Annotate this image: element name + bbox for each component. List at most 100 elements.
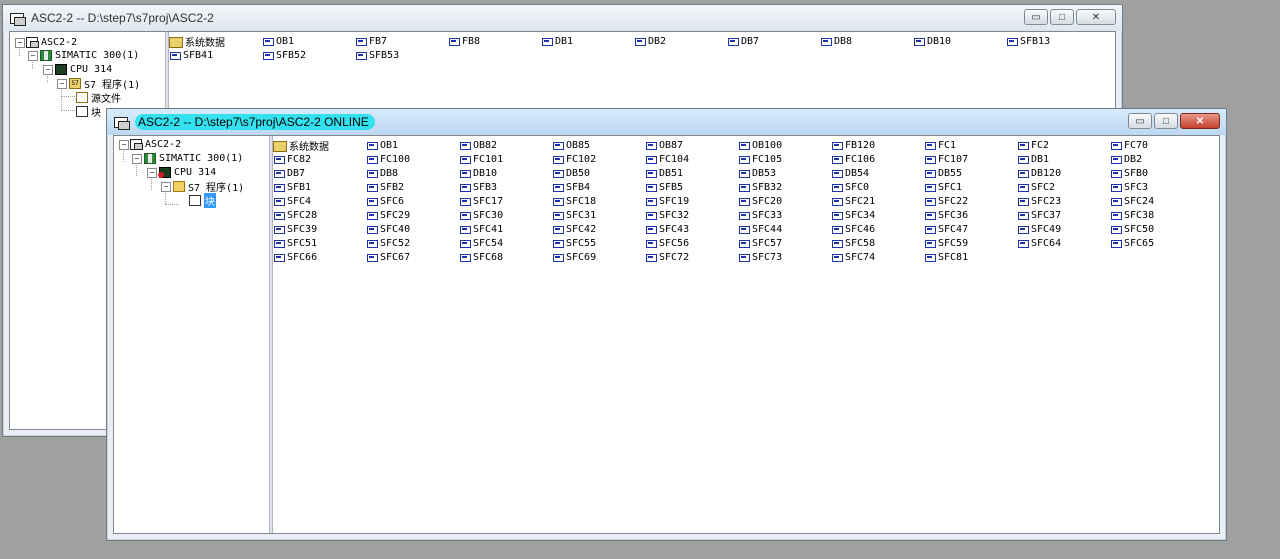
collapse-toggle[interactable]: − [43, 65, 53, 75]
block-item[interactable]: FC102 [552, 152, 645, 166]
block-item[interactable]: SFC1 [924, 180, 1017, 194]
block-item[interactable]: SFC31 [552, 208, 645, 222]
block-item[interactable]: SFC56 [645, 236, 738, 250]
block-item[interactable]: SFC33 [738, 208, 831, 222]
online-window-titlebar[interactable]: ASC2-2 -- D:\step7\s7proj\ASC2-2 ONLINE … [107, 109, 1226, 135]
collapse-toggle[interactable]: − [119, 140, 129, 150]
block-item[interactable]: SFB4 [552, 180, 645, 194]
block-item[interactable]: SFC28 [273, 208, 366, 222]
block-item[interactable]: DB8 [820, 34, 913, 48]
block-item[interactable]: SFC17 [459, 194, 552, 208]
maximize-button[interactable]: □ [1154, 113, 1178, 129]
block-item[interactable]: SFC49 [1017, 222, 1110, 236]
block-item[interactable]: SFC81 [924, 250, 1017, 264]
block-item[interactable]: SFB13 [1006, 34, 1099, 48]
block-item[interactable]: DB1 [541, 34, 634, 48]
block-item[interactable]: OB87 [645, 138, 738, 152]
collapse-toggle[interactable]: − [28, 51, 38, 61]
block-item[interactable]: DB55 [924, 166, 1017, 180]
block-item[interactable]: SFC41 [459, 222, 552, 236]
block-item[interactable]: SFC30 [459, 208, 552, 222]
block-item[interactable]: SFC50 [1110, 222, 1203, 236]
block-item[interactable]: OB1 [366, 138, 459, 152]
block-item[interactable]: SFC51 [273, 236, 366, 250]
collapse-toggle[interactable]: − [57, 79, 67, 89]
block-item[interactable]: SFC73 [738, 250, 831, 264]
block-item[interactable]: SFC57 [738, 236, 831, 250]
collapse-toggle[interactable]: − [161, 182, 171, 192]
block-item[interactable]: SFC74 [831, 250, 924, 264]
block-item[interactable]: SFC44 [738, 222, 831, 236]
block-item[interactable]: FB120 [831, 138, 924, 152]
block-item[interactable]: SFB41 [169, 48, 262, 62]
system-data-folder[interactable]: 系统数据 [273, 138, 366, 153]
block-item[interactable]: DB7 [273, 166, 366, 180]
block-item[interactable]: SFB1 [273, 180, 366, 194]
block-item[interactable]: SFC3 [1110, 180, 1203, 194]
block-item[interactable]: SFC64 [1017, 236, 1110, 250]
block-item[interactable]: SFB32 [738, 180, 831, 194]
block-item[interactable]: OB85 [552, 138, 645, 152]
block-item[interactable]: SFC72 [645, 250, 738, 264]
block-item[interactable]: FC105 [738, 152, 831, 166]
maximize-button[interactable]: □ [1050, 9, 1074, 25]
block-item[interactable]: SFC69 [552, 250, 645, 264]
block-item[interactable]: DB51 [645, 166, 738, 180]
block-item[interactable]: SFC58 [831, 236, 924, 250]
block-item[interactable]: FC100 [366, 152, 459, 166]
block-item[interactable]: SFC37 [1017, 208, 1110, 222]
block-item[interactable]: SFC6 [366, 194, 459, 208]
minimize-button[interactable]: ▭ [1024, 9, 1048, 25]
block-item[interactable]: FC1 [924, 138, 1017, 152]
block-item[interactable]: SFC34 [831, 208, 924, 222]
block-item[interactable]: SFB52 [262, 48, 355, 62]
block-item[interactable]: SFC54 [459, 236, 552, 250]
block-item[interactable]: SFC40 [366, 222, 459, 236]
collapse-toggle[interactable]: − [147, 168, 157, 178]
block-item[interactable]: DB2 [1110, 152, 1203, 166]
close-button[interactable]: ✕ [1076, 9, 1116, 25]
collapse-toggle[interactable]: − [15, 38, 25, 48]
block-item[interactable]: FC106 [831, 152, 924, 166]
block-item[interactable]: FB8 [448, 34, 541, 48]
tree-item-cpu[interactable]: CPU 314 [55, 63, 112, 76]
tree-item-station[interactable]: SIMATIC 300(1) [40, 49, 139, 62]
block-item[interactable]: SFC39 [273, 222, 366, 236]
block-item[interactable]: DB50 [552, 166, 645, 180]
block-item[interactable]: DB53 [738, 166, 831, 180]
block-item[interactable]: DB10 [459, 166, 552, 180]
block-item[interactable]: OB100 [738, 138, 831, 152]
tree-item-sources[interactable]: 源文件 [76, 91, 121, 105]
block-item[interactable]: SFC43 [645, 222, 738, 236]
block-item[interactable]: FC107 [924, 152, 1017, 166]
block-item[interactable]: SFC68 [459, 250, 552, 264]
block-item[interactable]: SFC0 [831, 180, 924, 194]
online-project-window[interactable]: ASC2-2 -- D:\step7\s7proj\ASC2-2 ONLINE … [106, 108, 1227, 541]
tree-item-station[interactable]: SIMATIC 300(1) [144, 152, 243, 165]
block-item[interactable]: SFB53 [355, 48, 448, 62]
offline-window-titlebar[interactable]: ASC2-2 -- D:\step7\s7proj\ASC2-2 ▭ □ ✕ [3, 5, 1122, 31]
block-item[interactable]: FB7 [355, 34, 448, 48]
tree-item-blocks[interactable]: 块 [189, 193, 216, 208]
block-item[interactable]: SFB5 [645, 180, 738, 194]
close-button[interactable]: ✕ [1180, 113, 1220, 129]
block-item[interactable]: FC104 [645, 152, 738, 166]
block-item[interactable]: SFC36 [924, 208, 1017, 222]
block-item[interactable]: SFC19 [645, 194, 738, 208]
block-item[interactable]: DB7 [727, 34, 820, 48]
block-item[interactable]: SFC32 [645, 208, 738, 222]
collapse-toggle[interactable]: − [132, 154, 142, 164]
block-item[interactable]: SFC21 [831, 194, 924, 208]
system-data-folder[interactable]: 系统数据 [169, 34, 262, 49]
block-item[interactable]: SFB0 [1110, 166, 1203, 180]
tree-item-program[interactable]: S7 程序(1) [173, 180, 244, 194]
block-item[interactable]: SFC2 [1017, 180, 1110, 194]
block-item[interactable]: SFC23 [1017, 194, 1110, 208]
block-item[interactable]: SFC46 [831, 222, 924, 236]
block-item[interactable]: SFC29 [366, 208, 459, 222]
block-item[interactable]: SFC52 [366, 236, 459, 250]
tree-item-blocks[interactable]: 块 [76, 105, 101, 119]
block-item[interactable]: DB1 [1017, 152, 1110, 166]
block-item[interactable]: DB120 [1017, 166, 1110, 180]
block-item[interactable]: FC2 [1017, 138, 1110, 152]
